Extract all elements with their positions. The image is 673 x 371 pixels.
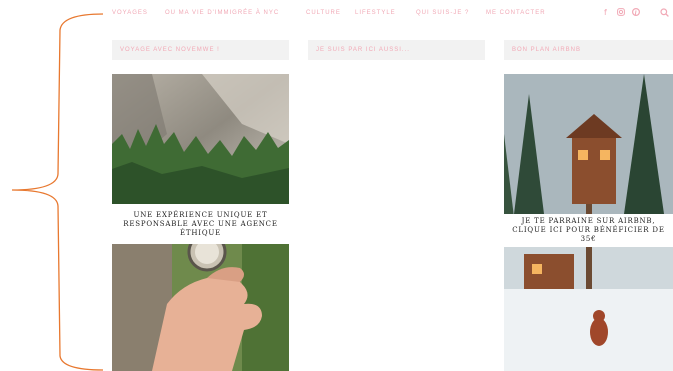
- facebook-icon[interactable]: f: [604, 8, 607, 17]
- widget-title-par-ici: Je suis par ici aussi...: [308, 40, 485, 60]
- nav-item-lifestyle[interactable]: Lifestyle: [355, 10, 396, 16]
- nav-item-me-contacter[interactable]: Me contacter: [486, 10, 546, 16]
- annotation-bracket: [11, 13, 104, 371]
- card-caption-parrainage-airbnb[interactable]: Je te parraine sur Airbnb, clique ici po…: [504, 214, 673, 247]
- yosemite-forest-image[interactable]: [112, 74, 289, 204]
- pinterest-icon[interactable]: [631, 7, 641, 18]
- widget-title-voyage: Voyage avec Novemwe !: [112, 40, 289, 60]
- compass-hand-image[interactable]: [112, 244, 289, 371]
- nav-item-qui-suis-je[interactable]: Qui suis-je ?: [416, 10, 469, 16]
- instagram-icon[interactable]: [617, 8, 625, 18]
- nav-item-voyages[interactable]: Voyages: [112, 10, 148, 16]
- widget-title-airbnb: Bon plan Airbnb: [504, 40, 673, 60]
- card-caption-agence-ethique[interactable]: Une expérience unique et responsable ave…: [112, 211, 289, 238]
- nav-item-culture[interactable]: Culture: [306, 10, 341, 16]
- search-icon[interactable]: [660, 8, 669, 19]
- nav-item-immigree-nyc[interactable]: Ou ma vie d'immigrée à NYC: [165, 10, 279, 16]
